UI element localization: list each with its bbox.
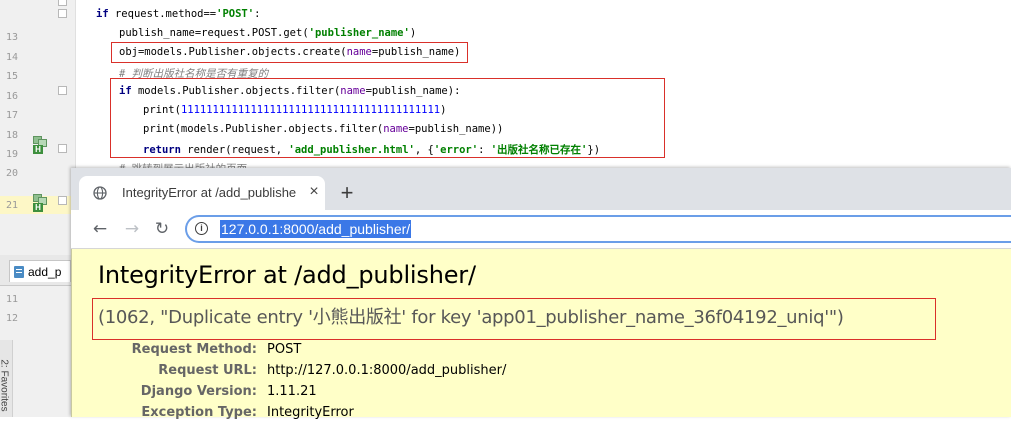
meta-key: Django Version: bbox=[140, 384, 257, 399]
url-text[interactable]: 127.0.0.1:8000/add_publisher/ bbox=[220, 220, 412, 238]
browser-toolbar: ← → ↻ i 127.0.0.1:8000/add_publisher/ bbox=[71, 210, 1011, 249]
meta-key: Request URL: bbox=[158, 363, 257, 378]
fold-marker-icon[interactable] bbox=[58, 196, 67, 205]
meta-value: http://127.0.0.1:8000/add_publisher/ bbox=[267, 363, 507, 378]
info-icon[interactable]: i bbox=[195, 222, 208, 235]
editor-tab-strip: add_p bbox=[0, 255, 75, 286]
address-bar[interactable]: i 127.0.0.1:8000/add_publisher/ bbox=[185, 215, 1011, 243]
fold-marker-icon[interactable] bbox=[58, 86, 67, 95]
reload-icon[interactable]: ↻ bbox=[151, 218, 173, 240]
forward-arrow-icon[interactable]: → bbox=[121, 218, 143, 240]
meta-row-exception-type: Exception Type: IntegrityError bbox=[72, 405, 772, 425]
meta-value: 1.11.21 bbox=[267, 384, 317, 399]
line-number: 16 bbox=[6, 91, 19, 102]
meta-key: Exception Type: bbox=[141, 405, 257, 420]
meta-row-request-url: Request URL: http://127.0.0.1:8000/add_p… bbox=[72, 363, 772, 383]
back-arrow-icon[interactable]: ← bbox=[89, 218, 111, 240]
editor-gutter: 13 14 15 16 17 18 19 20 21 H H bbox=[0, 0, 76, 255]
annotation-box-error bbox=[92, 298, 936, 340]
browser-tab-title: IntegrityError at /add_publisher/ bbox=[122, 185, 297, 200]
fold-marker-icon[interactable] bbox=[58, 0, 67, 6]
line-number: 20 bbox=[6, 168, 19, 179]
favorites-label: 2: Favorites bbox=[0, 359, 10, 412]
line-number: 21 bbox=[6, 200, 19, 211]
code-line: publish_name=request.POST.get('publisher… bbox=[119, 27, 417, 39]
close-tab-icon[interactable]: × bbox=[306, 184, 322, 200]
fold-marker-icon[interactable] bbox=[58, 9, 67, 18]
new-tab-button[interactable]: + bbox=[334, 181, 360, 207]
line-number: 12 bbox=[6, 313, 19, 324]
favorites-side-panel[interactable]: 2: Favorites bbox=[0, 340, 13, 417]
line-number: 17 bbox=[6, 110, 19, 121]
python-file-icon bbox=[14, 266, 24, 278]
browser-tab-active[interactable]: IntegrityError at /add_publisher/ × bbox=[79, 176, 325, 210]
html-template-gutter-icon[interactable]: H bbox=[33, 136, 49, 154]
editor-tab-add-publisher[interactable]: add_p bbox=[9, 260, 71, 282]
django-error-page: IntegrityError at /add_publisher/ (1062,… bbox=[71, 249, 1011, 420]
line-number: 14 bbox=[6, 52, 19, 63]
meta-value: IntegrityError bbox=[267, 405, 354, 420]
meta-key: Request Method: bbox=[131, 342, 257, 357]
editor-tab-label: add_p bbox=[28, 265, 62, 279]
annotation-box-filter bbox=[110, 78, 665, 158]
annotation-box-create bbox=[111, 42, 468, 63]
code-line: if request.method=='POST': bbox=[96, 8, 261, 20]
html-template-gutter-icon[interactable]: H bbox=[33, 194, 49, 212]
browser-tab-bar: IntegrityError at /add_publisher/ × + bbox=[71, 168, 1011, 210]
globe-icon bbox=[93, 186, 107, 200]
line-number: 11 bbox=[6, 294, 19, 305]
error-title: IntegrityError at /add_publisher/ bbox=[98, 261, 476, 289]
meta-row-django-version: Django Version: 1.11.21 bbox=[72, 384, 772, 404]
meta-value: POST bbox=[267, 342, 302, 357]
line-number: 13 bbox=[6, 32, 19, 43]
fold-marker-icon[interactable] bbox=[58, 144, 67, 153]
browser-window: IntegrityError at /add_publisher/ × + ← … bbox=[71, 168, 1011, 420]
line-number: 18 bbox=[6, 130, 19, 141]
line-number: 15 bbox=[6, 71, 19, 82]
meta-row-request-method: Request Method: POST bbox=[72, 342, 772, 362]
line-number: 19 bbox=[6, 149, 19, 160]
